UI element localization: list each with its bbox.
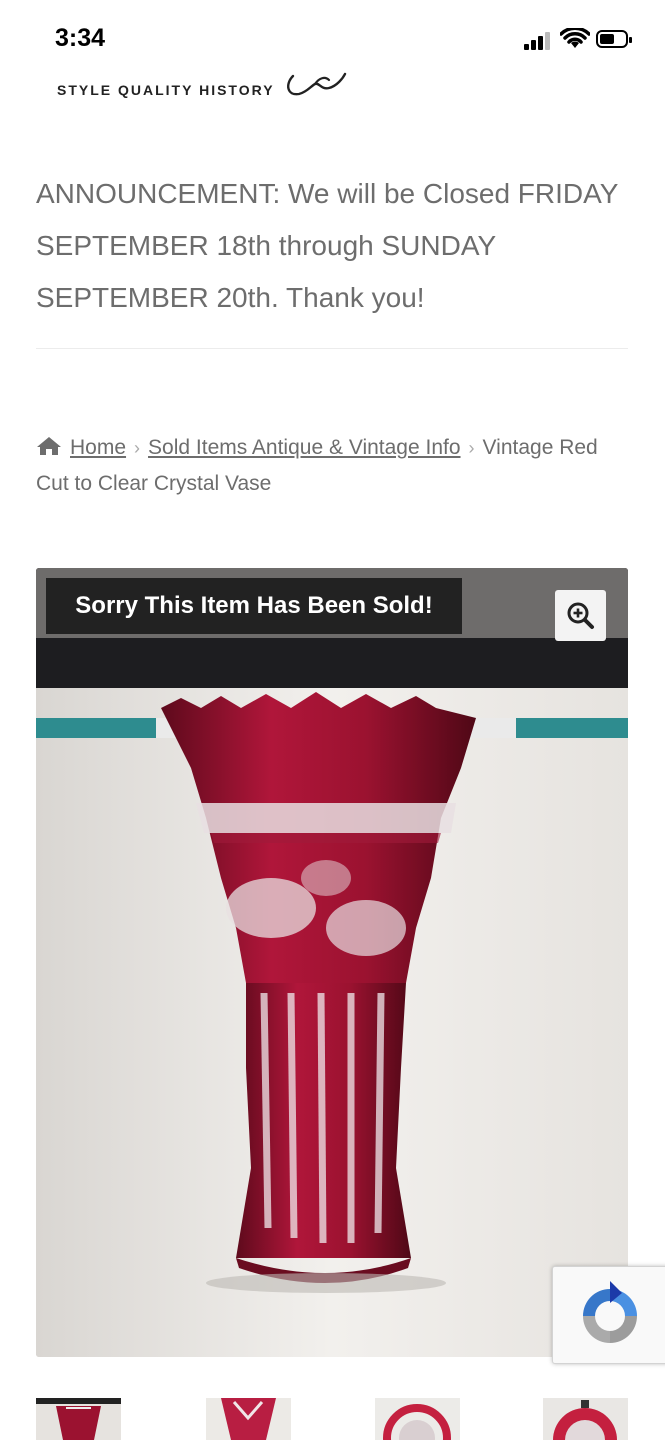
thumbnail-2[interactable] <box>206 1398 291 1440</box>
site-tagline: STYLE QUALITY HISTORY <box>57 82 275 98</box>
recaptcha-icon <box>583 1281 637 1343</box>
logo-mark[interactable] <box>285 70 347 100</box>
divider <box>36 348 628 349</box>
wifi-icon <box>560 28 590 48</box>
product-image[interactable] <box>36 568 628 1357</box>
thumbnail-3[interactable] <box>375 1398 460 1440</box>
chevron-right-icon: › <box>134 438 141 458</box>
home-icon <box>37 437 61 455</box>
breadcrumb-home-link[interactable]: Home <box>70 436 126 459</box>
zoom-button[interactable] <box>555 590 606 641</box>
signal-icon <box>524 30 554 50</box>
sold-banner: Sorry This Item Has Been Sold! <box>46 578 462 634</box>
recaptcha-badge[interactable] <box>552 1266 665 1364</box>
breadcrumb: Home › Sold Items Antique & Vintage Info › V… <box>36 430 636 502</box>
vase-photo <box>36 568 628 1357</box>
thumbnail-strip <box>36 1398 628 1440</box>
announcement-text: ANNOUNCEMENT: We will be Closed FRIDAY S… <box>36 178 618 313</box>
battery-icon <box>596 30 632 48</box>
breadcrumb-category-link[interactable]: Sold Items Antique & Vintage Info <box>148 436 461 459</box>
chevron-right-icon: › <box>468 438 475 458</box>
status-time: 3:34 <box>55 24 106 52</box>
thumbnail-1[interactable] <box>36 1398 121 1440</box>
thumbnail-4[interactable] <box>543 1398 628 1440</box>
status-bar: 3:34 <box>0 0 665 80</box>
zoom-in-icon <box>567 602 594 629</box>
